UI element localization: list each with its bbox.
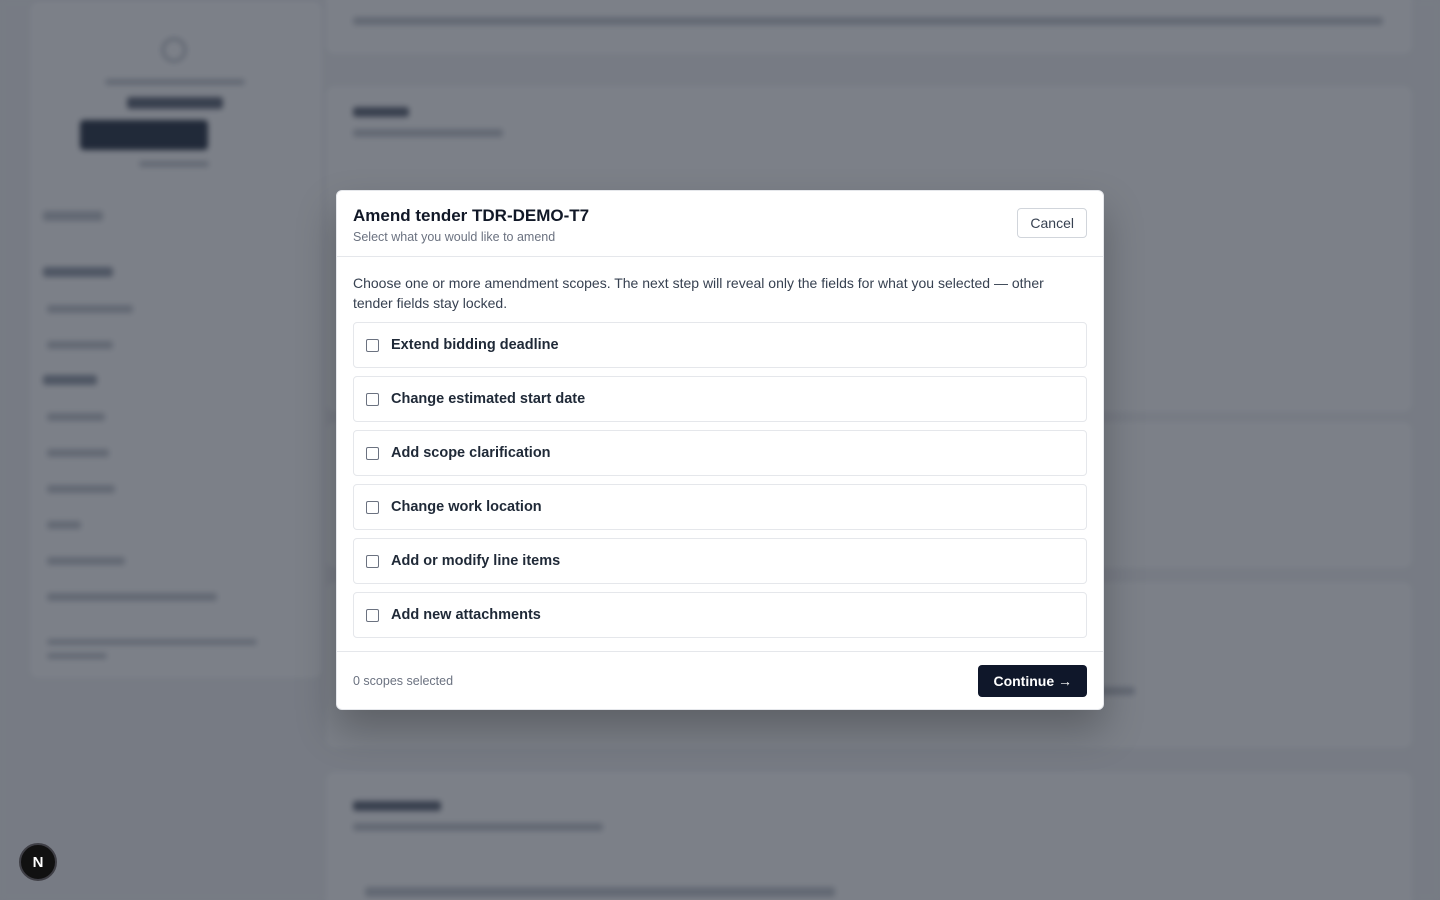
dialog-body: Choose one or more amendment scopes. The… bbox=[337, 257, 1103, 638]
scope-label: Change work location bbox=[391, 499, 542, 515]
scope-label: Add or modify line items bbox=[391, 553, 561, 569]
dev-tools-badge[interactable]: N bbox=[19, 843, 57, 881]
scope-label: Extend bidding deadline bbox=[391, 337, 559, 353]
scope-option-change-estimated-start-date[interactable]: Change estimated start date bbox=[353, 376, 1087, 422]
scope-checkbox[interactable] bbox=[366, 608, 379, 622]
scope-option-add-new-attachments[interactable]: Add new attachments bbox=[353, 592, 1087, 638]
scope-option-extend-bidding-deadline[interactable]: Extend bidding deadline bbox=[353, 322, 1087, 368]
dialog-footer: 0 scopes selected Continue → bbox=[337, 651, 1103, 709]
scope-label: Change estimated start date bbox=[391, 391, 586, 407]
dialog-title: Amend tender TDR-DEMO-T7 bbox=[353, 206, 590, 225]
scope-list: Extend bidding deadline Change estimated… bbox=[353, 322, 1087, 638]
dialog-instructions: Choose one or more amendment scopes. The… bbox=[353, 275, 1044, 311]
scope-checkbox[interactable] bbox=[366, 500, 379, 514]
selected-scopes-count: 0 scopes selected bbox=[353, 673, 454, 688]
scope-option-add-or-modify-line-items[interactable]: Add or modify line items bbox=[353, 538, 1087, 584]
dialog-header: Amend tender TDR-DEMO-T7 Select what you… bbox=[337, 191, 1103, 257]
scope-option-add-scope-clarification[interactable]: Add scope clarification bbox=[353, 430, 1087, 476]
scope-option-change-work-location[interactable]: Change work location bbox=[353, 484, 1087, 530]
scope-checkbox[interactable] bbox=[366, 338, 379, 352]
amend-tender-dialog: Amend tender TDR-DEMO-T7 Select what you… bbox=[336, 190, 1104, 710]
dev-tools-letter: N bbox=[32, 853, 44, 871]
scope-label: Add scope clarification bbox=[391, 445, 551, 461]
cancel-button[interactable]: Cancel bbox=[1017, 208, 1087, 238]
scope-checkbox[interactable] bbox=[366, 554, 379, 568]
scope-checkbox[interactable] bbox=[366, 392, 379, 406]
scope-checkbox[interactable] bbox=[366, 446, 379, 460]
dialog-subtitle: Select what you would like to amend bbox=[353, 230, 556, 244]
scope-label: Add new attachments bbox=[391, 607, 541, 623]
continue-button[interactable]: Continue → bbox=[978, 664, 1087, 697]
